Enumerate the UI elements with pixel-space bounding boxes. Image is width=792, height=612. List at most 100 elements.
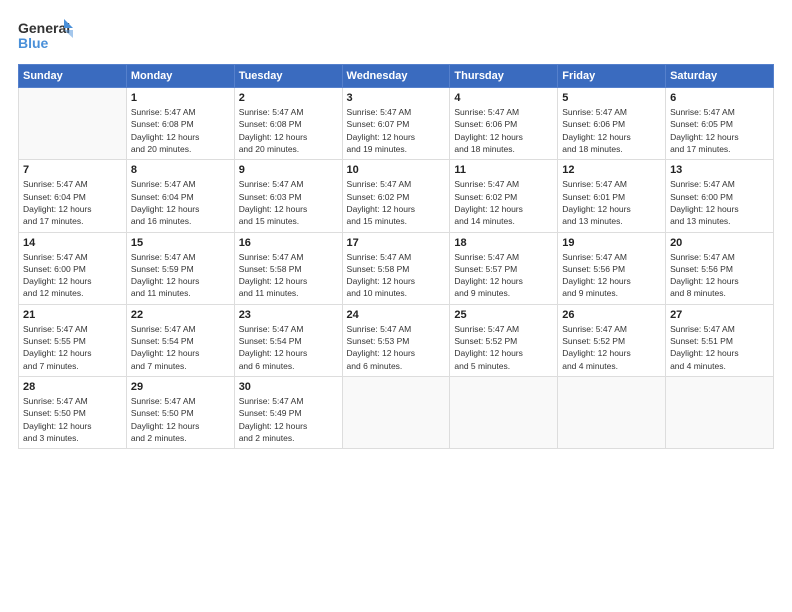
svg-text:Blue: Blue [18, 35, 49, 51]
day-number: 9 [239, 164, 338, 176]
calendar-cell: 10 Sunrise: 5:47 AM Sunset: 6:02 PM Dayli… [342, 160, 450, 232]
day-info: Sunrise: 5:47 AM Sunset: 5:49 PM Dayligh… [239, 395, 338, 444]
day-info: Sunrise: 5:47 AM Sunset: 5:52 PM Dayligh… [454, 323, 553, 372]
calendar-cell: 25 Sunrise: 5:47 AM Sunset: 5:52 PM Dayli… [450, 304, 558, 376]
day-info: Sunrise: 5:47 AM Sunset: 6:06 PM Dayligh… [454, 106, 553, 155]
day-number: 16 [239, 237, 338, 249]
calendar-cell: 1 Sunrise: 5:47 AM Sunset: 6:08 PM Daylig… [126, 88, 234, 160]
day-info: Sunrise: 5:47 AM Sunset: 6:02 PM Dayligh… [347, 178, 446, 227]
day-number: 11 [454, 164, 553, 176]
calendar-cell: 17Sunrise: 5:47 AM Sunset: 5:58 PM Dayli… [342, 232, 450, 304]
day-number: 30 [239, 381, 338, 393]
day-number: 28 [23, 381, 122, 393]
calendar-header-row: SundayMondayTuesdayWednesdayThursdayFrid… [19, 65, 774, 88]
calendar-cell: 8 Sunrise: 5:47 AM Sunset: 6:04 PM Daylig… [126, 160, 234, 232]
calendar-cell: 13 Sunrise: 5:47 AM Sunset: 6:00 PM Dayli… [666, 160, 774, 232]
calendar-week-row: 14 Sunrise: 5:47 AM Sunset: 6:00 PM Dayli… [19, 232, 774, 304]
day-number: 26 [562, 309, 661, 321]
day-number: 7 [23, 164, 122, 176]
day-info: Sunrise: 5:47 AM Sunset: 5:51 PM Dayligh… [670, 323, 769, 372]
day-info: Sunrise: 5:47 AM Sunset: 6:08 PM Dayligh… [239, 106, 338, 155]
day-number: 12 [562, 164, 661, 176]
day-info: Sunrise: 5:47 AM Sunset: 6:03 PM Dayligh… [239, 178, 338, 227]
calendar-cell: 12Sunrise: 5:47 AM Sunset: 6:01 PM Dayli… [558, 160, 666, 232]
day-info: Sunrise: 5:47 AM Sunset: 6:00 PM Dayligh… [23, 251, 122, 300]
day-number: 14 [23, 237, 122, 249]
day-info: Sunrise: 5:47 AM Sunset: 5:56 PM Dayligh… [670, 251, 769, 300]
day-number: 1 [131, 92, 230, 104]
calendar-cell: 3Sunrise: 5:47 AM Sunset: 6:07 PM Daylig… [342, 88, 450, 160]
day-info: Sunrise: 5:47 AM Sunset: 5:50 PM Dayligh… [131, 395, 230, 444]
day-info: Sunrise: 5:47 AM Sunset: 5:55 PM Dayligh… [23, 323, 122, 372]
calendar-week-row: 21 Sunrise: 5:47 AM Sunset: 5:55 PM Dayli… [19, 304, 774, 376]
calendar-cell: 9 Sunrise: 5:47 AM Sunset: 6:03 PM Daylig… [234, 160, 342, 232]
day-number: 25 [454, 309, 553, 321]
day-info: Sunrise: 5:47 AM Sunset: 5:58 PM Dayligh… [347, 251, 446, 300]
calendar-cell: 22 Sunrise: 5:47 AM Sunset: 5:54 PM Dayli… [126, 304, 234, 376]
day-info: Sunrise: 5:47 AM Sunset: 5:50 PM Dayligh… [23, 395, 122, 444]
day-info: Sunrise: 5:47 AM Sunset: 6:00 PM Dayligh… [670, 178, 769, 227]
calendar-cell [450, 377, 558, 449]
day-info: Sunrise: 5:47 AM Sunset: 5:52 PM Dayligh… [562, 323, 661, 372]
calendar-cell: 5 Sunrise: 5:47 AM Sunset: 6:06 PM Daylig… [558, 88, 666, 160]
weekday-header: Saturday [666, 65, 774, 88]
calendar-cell: 4Sunrise: 5:47 AM Sunset: 6:06 PM Daylig… [450, 88, 558, 160]
calendar-cell: 11 Sunrise: 5:47 AM Sunset: 6:02 PM Dayli… [450, 160, 558, 232]
day-info: Sunrise: 5:47 AM Sunset: 6:07 PM Dayligh… [347, 106, 446, 155]
calendar-cell: 29 Sunrise: 5:47 AM Sunset: 5:50 PM Dayli… [126, 377, 234, 449]
calendar-cell: 27 Sunrise: 5:47 AM Sunset: 5:51 PM Dayli… [666, 304, 774, 376]
calendar-cell: 20 Sunrise: 5:47 AM Sunset: 5:56 PM Dayli… [666, 232, 774, 304]
calendar-cell: 16 Sunrise: 5:47 AM Sunset: 5:58 PM Dayli… [234, 232, 342, 304]
calendar-cell: 18 Sunrise: 5:47 AM Sunset: 5:57 PM Dayli… [450, 232, 558, 304]
calendar-cell [558, 377, 666, 449]
day-number: 21 [23, 309, 122, 321]
calendar-cell [342, 377, 450, 449]
day-number: 22 [131, 309, 230, 321]
day-number: 10 [347, 164, 446, 176]
calendar-table: SundayMondayTuesdayWednesdayThursdayFrid… [18, 64, 774, 449]
calendar-cell: 15Sunrise: 5:47 AM Sunset: 5:59 PM Dayli… [126, 232, 234, 304]
day-number: 8 [131, 164, 230, 176]
day-info: Sunrise: 5:47 AM Sunset: 5:56 PM Dayligh… [562, 251, 661, 300]
header: General Blue [18, 18, 774, 54]
day-number: 27 [670, 309, 769, 321]
logo: General Blue [18, 18, 73, 54]
day-info: Sunrise: 5:47 AM Sunset: 6:02 PM Dayligh… [454, 178, 553, 227]
calendar-cell [19, 88, 127, 160]
calendar-cell: 19 Sunrise: 5:47 AM Sunset: 5:56 PM Dayli… [558, 232, 666, 304]
day-number: 20 [670, 237, 769, 249]
calendar-cell: 6Sunrise: 5:47 AM Sunset: 6:05 PM Daylig… [666, 88, 774, 160]
calendar-cell: 14 Sunrise: 5:47 AM Sunset: 6:00 PM Dayli… [19, 232, 127, 304]
weekday-header: Tuesday [234, 65, 342, 88]
weekday-header: Monday [126, 65, 234, 88]
weekday-header: Wednesday [342, 65, 450, 88]
day-info: Sunrise: 5:47 AM Sunset: 6:04 PM Dayligh… [131, 178, 230, 227]
day-info: Sunrise: 5:47 AM Sunset: 5:58 PM Dayligh… [239, 251, 338, 300]
day-number: 24 [347, 309, 446, 321]
day-info: Sunrise: 5:47 AM Sunset: 5:57 PM Dayligh… [454, 251, 553, 300]
calendar-cell: 28 Sunrise: 5:47 AM Sunset: 5:50 PM Dayli… [19, 377, 127, 449]
calendar-week-row: 28 Sunrise: 5:47 AM Sunset: 5:50 PM Dayli… [19, 377, 774, 449]
calendar-week-row: 7 Sunrise: 5:47 AM Sunset: 6:04 PM Daylig… [19, 160, 774, 232]
day-info: Sunrise: 5:47 AM Sunset: 5:54 PM Dayligh… [239, 323, 338, 372]
svg-text:General: General [18, 20, 70, 36]
day-info: Sunrise: 5:47 AM Sunset: 6:08 PM Dayligh… [131, 106, 230, 155]
day-number: 15 [131, 237, 230, 249]
calendar-cell: 24Sunrise: 5:47 AM Sunset: 5:53 PM Dayli… [342, 304, 450, 376]
day-number: 19 [562, 237, 661, 249]
day-number: 2 [239, 92, 338, 104]
calendar-cell: 2 Sunrise: 5:47 AM Sunset: 6:08 PM Daylig… [234, 88, 342, 160]
weekday-header: Thursday [450, 65, 558, 88]
day-number: 29 [131, 381, 230, 393]
weekday-header: Friday [558, 65, 666, 88]
day-info: Sunrise: 5:47 AM Sunset: 5:54 PM Dayligh… [131, 323, 230, 372]
day-number: 13 [670, 164, 769, 176]
day-info: Sunrise: 5:47 AM Sunset: 6:06 PM Dayligh… [562, 106, 661, 155]
day-number: 18 [454, 237, 553, 249]
day-number: 5 [562, 92, 661, 104]
calendar-cell: 7 Sunrise: 5:47 AM Sunset: 6:04 PM Daylig… [19, 160, 127, 232]
calendar-cell: 26 Sunrise: 5:47 AM Sunset: 5:52 PM Dayli… [558, 304, 666, 376]
calendar-cell [666, 377, 774, 449]
day-info: Sunrise: 5:47 AM Sunset: 6:04 PM Dayligh… [23, 178, 122, 227]
day-info: Sunrise: 5:47 AM Sunset: 6:05 PM Dayligh… [670, 106, 769, 155]
